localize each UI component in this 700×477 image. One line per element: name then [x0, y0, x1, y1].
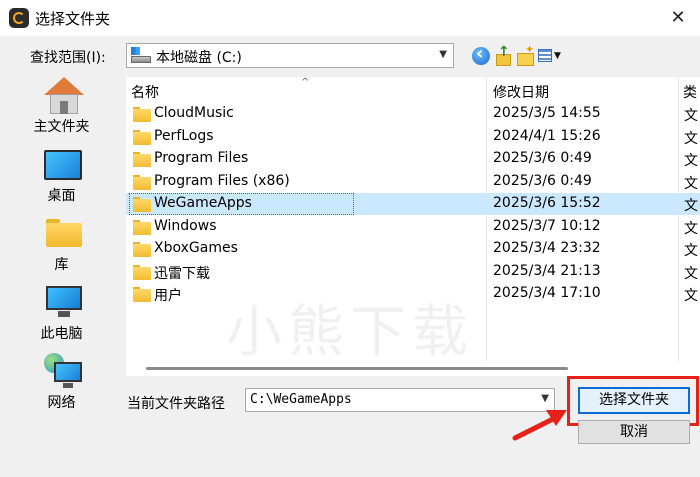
- place-this-pc[interactable]: 此电脑: [0, 278, 123, 344]
- place-network[interactable]: 网络: [0, 347, 123, 413]
- watermark-text: 小熊下载: [226, 300, 474, 365]
- file-row-selected[interactable]: WeGameApps 2025/3/6 15:52 文: [126, 193, 700, 215]
- folder-icon: [133, 197, 151, 212]
- close-button[interactable]: ✕: [660, 4, 696, 32]
- up-folder-icon[interactable]: [494, 44, 512, 66]
- path-value: C:\WeGameApps: [250, 392, 352, 407]
- folder-icon: [133, 175, 151, 190]
- file-date: 2025/3/5 14:55: [493, 105, 601, 121]
- window-title: 选择文件夹: [35, 10, 111, 28]
- nav-toolbar: ▼: [470, 43, 566, 67]
- sort-ascending-icon: ^: [301, 77, 310, 88]
- file-type: 文: [684, 198, 698, 214]
- lookin-value: 本地磁盘 (C:): [156, 50, 242, 66]
- file-list[interactable]: ^ 名称 修改日期 类 CloudMusic 2025/3/5 14:55 文 …: [126, 77, 700, 376]
- file-name: Windows: [154, 218, 217, 234]
- file-type: 文: [684, 266, 698, 282]
- place-library[interactable]: 库: [0, 209, 123, 275]
- file-date: 2025/3/7 10:12: [493, 218, 601, 234]
- title-bar: 选择文件夹 ✕: [0, 0, 700, 36]
- file-row[interactable]: Program Files 2025/3/6 0:49 文: [126, 148, 700, 170]
- places-sidebar: 主文件夹 桌面 库 此电脑 网络: [0, 71, 123, 431]
- desktop-icon: [44, 150, 82, 180]
- library-folder-icon: [46, 219, 82, 247]
- lookin-label: 查找范围(I):: [30, 50, 106, 66]
- path-label: 当前文件夹路径: [127, 396, 225, 412]
- file-date: 2025/3/4 23:32: [493, 240, 601, 256]
- new-folder-icon[interactable]: [516, 43, 534, 66]
- folder-icon: [133, 242, 151, 257]
- place-desktop[interactable]: 桌面: [0, 140, 123, 206]
- folder-icon: [133, 152, 151, 167]
- place-label: 主文件夹: [33, 119, 90, 135]
- file-name: 迅雷下载: [154, 266, 210, 282]
- view-menu-icon[interactable]: ▼: [538, 47, 564, 65]
- file-name: Program Files: [154, 150, 249, 166]
- drive-icon: [131, 47, 151, 63]
- place-label: 网络: [47, 395, 76, 411]
- app-icon: [9, 8, 29, 28]
- home-icon: [44, 77, 84, 115]
- file-date: 2025/3/6 0:49: [493, 150, 592, 166]
- place-label: 库: [54, 257, 69, 273]
- file-date: 2025/3/4 21:13: [493, 263, 601, 279]
- folder-icon: [133, 107, 151, 122]
- file-row[interactable]: CloudMusic 2025/3/5 14:55 文: [126, 103, 700, 125]
- file-row[interactable]: PerfLogs 2024/4/1 15:26 文: [126, 126, 700, 148]
- lookin-combo[interactable]: 本地磁盘 (C:) ▼: [126, 43, 454, 68]
- computer-icon: [46, 286, 82, 318]
- file-name: Program Files (x86): [154, 173, 290, 189]
- file-type: 文: [684, 288, 698, 304]
- chevron-down-icon: ▼: [541, 393, 549, 404]
- file-row[interactable]: Windows 2025/3/7 10:12 文: [126, 216, 700, 238]
- folder-icon: [133, 287, 151, 302]
- path-combo[interactable]: C:\WeGameApps ▼: [245, 388, 555, 412]
- place-label: 此电脑: [40, 326, 83, 342]
- select-folder-button[interactable]: 选择文件夹: [578, 387, 690, 414]
- file-name: PerfLogs: [154, 128, 214, 144]
- file-name: 用户: [154, 288, 182, 304]
- network-icon: [44, 353, 84, 389]
- cancel-button[interactable]: 取消: [578, 420, 690, 444]
- horizontal-scrollbar[interactable]: [126, 361, 700, 376]
- folder-icon: [133, 265, 151, 280]
- back-icon[interactable]: [472, 43, 490, 65]
- file-row[interactable]: XboxGames 2025/3/4 23:32 文: [126, 238, 700, 260]
- scrollbar-thumb[interactable]: [146, 367, 568, 370]
- file-name: CloudMusic: [154, 105, 234, 121]
- file-name: XboxGames: [154, 240, 238, 256]
- file-type: 文: [684, 176, 698, 192]
- place-label: 桌面: [47, 188, 76, 204]
- file-row[interactable]: Program Files (x86) 2025/3/6 0:49 文: [126, 171, 700, 193]
- folder-icon: [133, 130, 151, 145]
- file-date: 2025/3/6 0:49: [493, 173, 592, 189]
- chevron-down-icon: ▼: [439, 49, 447, 60]
- file-date: 2025/3/4 17:10: [493, 285, 601, 301]
- folder-icon: [133, 220, 151, 235]
- file-date: 2025/3/6 15:52: [493, 195, 601, 211]
- place-home[interactable]: 主文件夹: [0, 71, 123, 137]
- file-type: 文: [684, 221, 698, 237]
- file-date: 2024/4/1 15:26: [493, 128, 601, 144]
- file-type: 文: [684, 131, 698, 147]
- file-type: 文: [684, 108, 698, 124]
- file-type: 文: [684, 153, 698, 169]
- file-row[interactable]: 迅雷下载 2025/3/4 21:13 文: [126, 261, 700, 283]
- file-name: WeGameApps: [154, 195, 252, 211]
- file-type: 文: [684, 243, 698, 259]
